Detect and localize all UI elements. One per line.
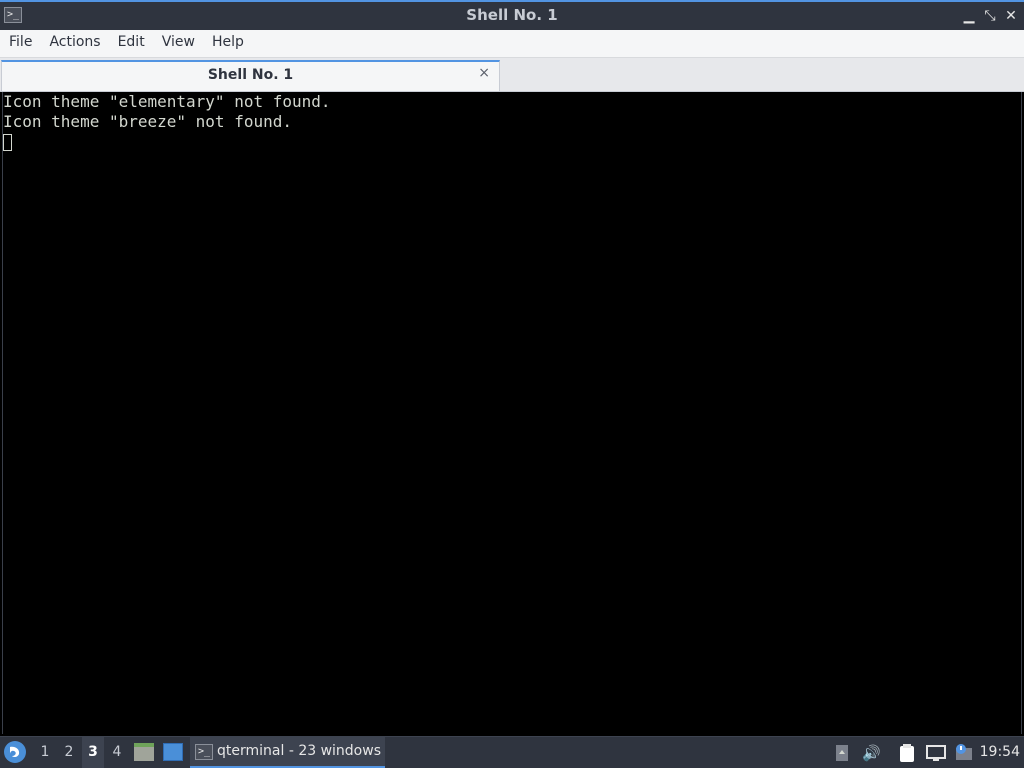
close-icon[interactable]: ✕ bbox=[1002, 7, 1020, 25]
workspace-4[interactable]: 4 bbox=[106, 737, 128, 768]
terminal-output[interactable]: Icon theme "elementary" not found. Icon … bbox=[2, 92, 1022, 734]
terminal-prompt-line bbox=[3, 132, 1021, 152]
tab-bar: Shell No. 1 × bbox=[0, 58, 1024, 92]
tab-close-icon[interactable]: × bbox=[478, 65, 490, 81]
update-notifier-icon[interactable] bbox=[954, 743, 976, 763]
taskbar: 1 2 3 4 >_ qterminal - 23 windows 🔊 19:5… bbox=[0, 736, 1024, 768]
network-icon[interactable] bbox=[926, 743, 948, 763]
terminal-window: >_ Shell No. 1 ▁ ⤡ ✕ File Actions Edit View… bbox=[0, 0, 1024, 736]
title-bar[interactable]: >_ Shell No. 1 ▁ ⤡ ✕ bbox=[0, 0, 1024, 30]
menu-bar: File Actions Edit View Help bbox=[0, 30, 1024, 58]
maximize-icon[interactable]: ⤡ bbox=[981, 7, 999, 25]
battery-up-icon[interactable] bbox=[834, 743, 852, 763]
terminal-line: Icon theme "elementary" not found. bbox=[3, 92, 331, 111]
workspace-1[interactable]: 1 bbox=[34, 737, 56, 768]
volume-icon[interactable]: 🔊 bbox=[862, 743, 882, 763]
minimize-icon[interactable]: ▁ bbox=[960, 7, 978, 25]
show-desktop-icon[interactable] bbox=[163, 743, 183, 761]
menu-help[interactable]: Help bbox=[203, 30, 252, 54]
menu-actions[interactable]: Actions bbox=[40, 30, 108, 54]
menu-edit[interactable]: Edit bbox=[109, 30, 153, 54]
window-title: Shell No. 1 bbox=[466, 6, 558, 24]
menu-file[interactable]: File bbox=[0, 30, 40, 54]
terminal-icon: >_ bbox=[195, 744, 213, 760]
file-manager-icon[interactable] bbox=[134, 743, 154, 761]
menu-view[interactable]: View bbox=[153, 30, 203, 54]
clock[interactable]: 19:54 bbox=[980, 744, 1020, 760]
task-qterminal[interactable]: >_ qterminal - 23 windows bbox=[190, 737, 385, 768]
text-cursor bbox=[3, 134, 12, 151]
clipboard-icon[interactable] bbox=[898, 743, 918, 763]
terminal-line: Icon theme "breeze" not found. bbox=[3, 112, 292, 131]
task-label: qterminal - 23 windows bbox=[217, 743, 381, 759]
tab-label: Shell No. 1 bbox=[207, 67, 294, 83]
workspace-3[interactable]: 3 bbox=[82, 737, 104, 768]
tab-shell-1[interactable]: Shell No. 1 × bbox=[1, 60, 500, 91]
lxqt-start-icon[interactable] bbox=[4, 741, 26, 763]
workspace-2[interactable]: 2 bbox=[58, 737, 80, 768]
